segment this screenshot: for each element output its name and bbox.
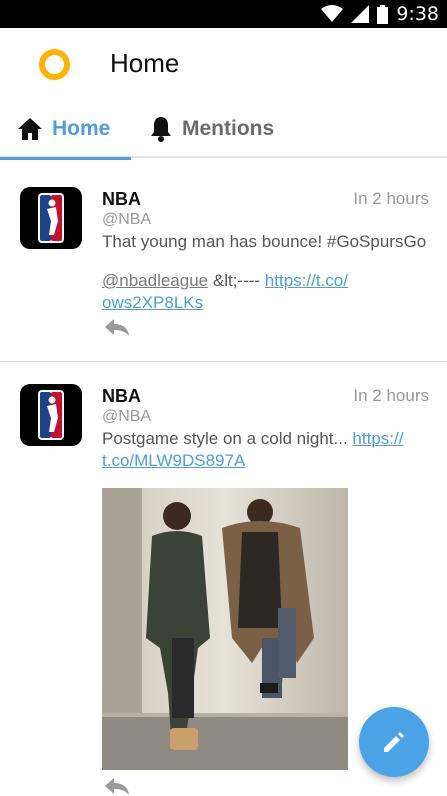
tweet-text-body: Postgame style on a cold night... (102, 429, 353, 448)
tweet-timestamp: In 2 hours (353, 386, 429, 405)
tweet-url-link-cont[interactable]: ows2XP8LKs (102, 293, 203, 312)
status-icons: 9:38 (321, 3, 439, 25)
battery-icon (377, 4, 389, 24)
bell-icon (151, 117, 171, 142)
tab-home[interactable]: Home (0, 100, 131, 160)
tweet-author-name: NBA (102, 189, 141, 209)
tweet-feed: NBA @NBA In 2 hours That young man has b… (0, 160, 447, 796)
tweet-url-link[interactable]: https:// (352, 429, 403, 448)
tweet-timestamp: In 2 hours (353, 189, 429, 208)
tab-mentions-label: Mentions (182, 117, 275, 140)
tweet-author-handle: @NBA (102, 408, 152, 425)
tweet-text: That young man has bounce! #GoSpursGo (102, 232, 427, 251)
tweet-photo[interactable] (102, 488, 348, 770)
wifi-icon (321, 5, 344, 22)
nba-logo-icon (38, 390, 64, 440)
reply-icon[interactable] (104, 776, 130, 796)
tweet-author-handle: @NBA (102, 211, 152, 228)
avatar[interactable] (20, 384, 82, 446)
status-time: 9:38 (396, 3, 439, 25)
tweet-url-link[interactable]: https://t.co/ (265, 271, 348, 290)
reply-icon[interactable] (104, 317, 130, 337)
status-bar: 9:38 (0, 0, 447, 28)
compose-tweet-button[interactable] (359, 707, 429, 777)
page-title: Home (110, 48, 180, 78)
tweet-mention-link[interactable]: @nbadleague (102, 271, 208, 290)
app-bar: Home (0, 28, 447, 100)
tweet-author-name: NBA (102, 386, 141, 406)
tweet-item[interactable]: NBA @NBA In 2 hours That young man has b… (0, 160, 447, 362)
tab-mentions[interactable]: Mentions (150, 100, 300, 158)
home-icon (18, 118, 42, 140)
tweet-url-link-cont[interactable]: t.co/MLW9DS897A (102, 451, 245, 470)
tab-bar: Home Mentions (0, 100, 447, 160)
tweet-text-continuation: @nbadleague &lt;---- https://t.co/ows2XP… (102, 270, 432, 314)
pencil-icon (384, 732, 404, 752)
tab-home-label: Home (52, 117, 111, 140)
tweet-text-arrow: &lt;---- (208, 271, 265, 290)
cell-signal-icon (351, 5, 370, 23)
tweet-text: Postgame style on a cold night... https:… (102, 428, 432, 472)
avatar[interactable] (20, 187, 82, 249)
app-logo-icon (39, 49, 70, 80)
nba-logo-icon (38, 193, 64, 243)
